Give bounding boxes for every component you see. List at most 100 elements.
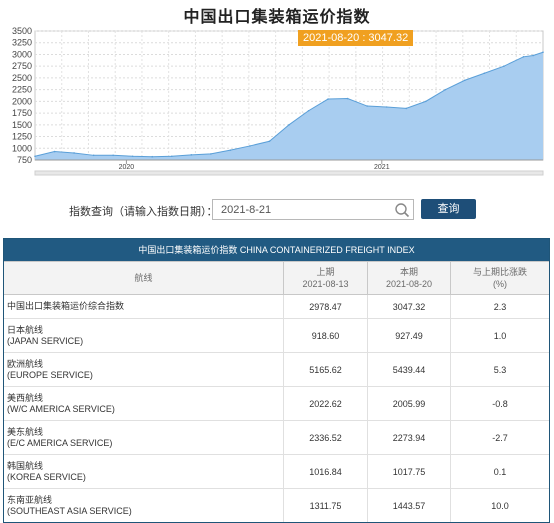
row-name: 欧洲航线 [7,358,44,369]
data-point [268,140,271,143]
row-prev: 1016.84 [283,455,367,488]
data-point [34,155,36,158]
y-tick-label: 750 [17,155,32,165]
x-tick-label: 2020 [119,164,135,171]
table-row: 美西航线 (W/C AMERICA SERVICE) 2022.62 2005.9… [4,387,549,421]
data-point [542,51,544,54]
data-point [385,106,388,108]
table-row: 东南亚航线 (SOUTHEAST ASIA SERVICE) 1311.75 14… [4,489,549,522]
data-point [405,107,408,110]
row-prev: 918.60 [283,319,367,352]
table-row: 韩国航线 (KOREA SERVICE) 1016.84 1017.75 0.1 [4,455,549,489]
row-prev: 2336.52 [283,421,367,454]
data-point [366,105,368,107]
row-name: 日本航线 [7,324,44,335]
row-change: -2.7 [450,421,549,454]
y-tick-label: 2250 [12,85,32,95]
col-change: 与上期比涨跌 (%) [450,262,549,294]
y-tick-label: 2750 [12,61,32,71]
row-prev: 5165.62 [283,353,367,386]
row-change: 2.3 [450,295,549,318]
y-tick-label: 2000 [12,96,32,106]
col-curr: 本期 2021-08-20 [367,262,450,294]
row-change: 10.0 [450,489,549,522]
row-name: 美东航线 [7,426,44,437]
data-point [112,154,114,157]
data-point [444,88,447,91]
row-sub: (JAPAN SERVICE) [7,335,84,346]
data-point [346,97,349,100]
row-curr: 2273.94 [367,421,450,454]
row-curr: 1017.75 [367,455,450,488]
query-button[interactable]: 查询 [421,199,476,219]
search-icon[interactable] [394,202,410,218]
data-point [229,149,232,151]
freight-index-chart[interactable]: 3500 3250 3000 2750 2500 2250 2000 1750 1500 1250… [3,26,550,176]
y-tick-label: 1250 [12,132,32,142]
row-curr: 1443.57 [367,489,450,522]
data-point [73,152,75,154]
data-point [249,145,251,147]
row-name: 中国出口集装箱运价综合指数 [7,301,125,311]
col-prev-label: 上期 [316,267,335,277]
data-point [53,150,56,153]
y-tick-label: 3250 [12,38,32,48]
row-curr: 3047.32 [367,295,450,318]
x-tick-label: 2021 [374,164,390,171]
data-point [92,154,95,157]
table-header-row: 航线 上期 2021-08-13 本期 2021-08-20 与上期比涨跌 (%… [4,261,549,295]
row-sub: (E/C AMERICA SERVICE) [7,437,113,448]
data-point [151,155,154,158]
y-tick-label: 2500 [12,73,32,83]
row-curr: 2005.99 [367,387,450,420]
table-title: 中国出口集装箱运价指数 CHINA CONTAINERIZED FREIGHT … [4,239,549,261]
row-change: 1.0 [450,319,549,352]
row-name: 美西航线 [7,392,44,403]
date-input[interactable]: 2021-8-21 [212,199,414,220]
row-sub: (EUROPE SERVICE) [7,369,93,380]
table-row: 美东航线 (E/C AMERICA SERVICE) 2336.52 2273.9… [4,421,549,455]
row-name: 韩国航线 [7,460,44,471]
row-sub: (KOREA SERVICE) [7,471,86,482]
row-change: 0.1 [450,455,549,488]
data-point [424,100,427,103]
col-prev-date: 2021-08-13 [302,279,349,289]
data-point [288,124,290,126]
y-tick-label: 1500 [12,120,32,130]
chart-tooltip: 2021-08-20 : 3047.32 [298,30,414,46]
col-prev: 上期 2021-08-13 [283,262,367,294]
y-tick-label: 1750 [12,108,32,118]
index-table: 中国出口集装箱运价指数 CHINA CONTAINERIZED FREIGHT … [3,238,550,523]
chart-svg: 3500325030002750250022502000175015001250… [12,26,544,176]
query-label: 指数查询（请输入指数日期）： [69,206,218,218]
row-prev: 1311.75 [283,489,367,522]
data-point [307,109,310,112]
data-point [522,56,525,58]
data-point [210,153,212,155]
row-change: -0.8 [450,387,549,420]
col-change-label: 与上期比涨跌 [472,267,527,277]
query-row: 指数查询（请输入指数日期）： 2021-8-21 查询 [0,199,554,221]
row-prev: 2978.47 [283,295,367,318]
col-curr-label: 本期 [399,267,418,277]
row-curr: 5439.44 [367,353,450,386]
data-point [503,65,505,67]
row-change: 5.3 [450,353,549,386]
col-curr-date: 2021-08-20 [385,279,433,289]
y-tick-label: 3500 [12,26,32,36]
data-point [464,79,466,82]
col-change-unit: (%) [492,279,507,289]
data-point [131,155,134,158]
date-input-value: 2021-8-21 [221,204,272,216]
data-point [483,72,486,75]
row-curr: 927.49 [367,319,450,352]
row-sub: (W/C AMERICA SERVICE) [7,403,115,414]
chart-title: 中国出口集装箱运价指数 [183,9,371,26]
y-tick-label: 3000 [12,49,32,59]
table-row: 欧洲航线 (EUROPE SERVICE) 5165.62 5439.44 5.3 [4,353,549,387]
table-row: 日本航线 (JAPAN SERVICE) 918.60 927.49 1.0 [4,319,549,353]
data-point [190,154,193,156]
row-name: 东南亚航线 [7,494,53,505]
data-point [327,98,329,100]
col-route: 航线 [134,273,153,283]
